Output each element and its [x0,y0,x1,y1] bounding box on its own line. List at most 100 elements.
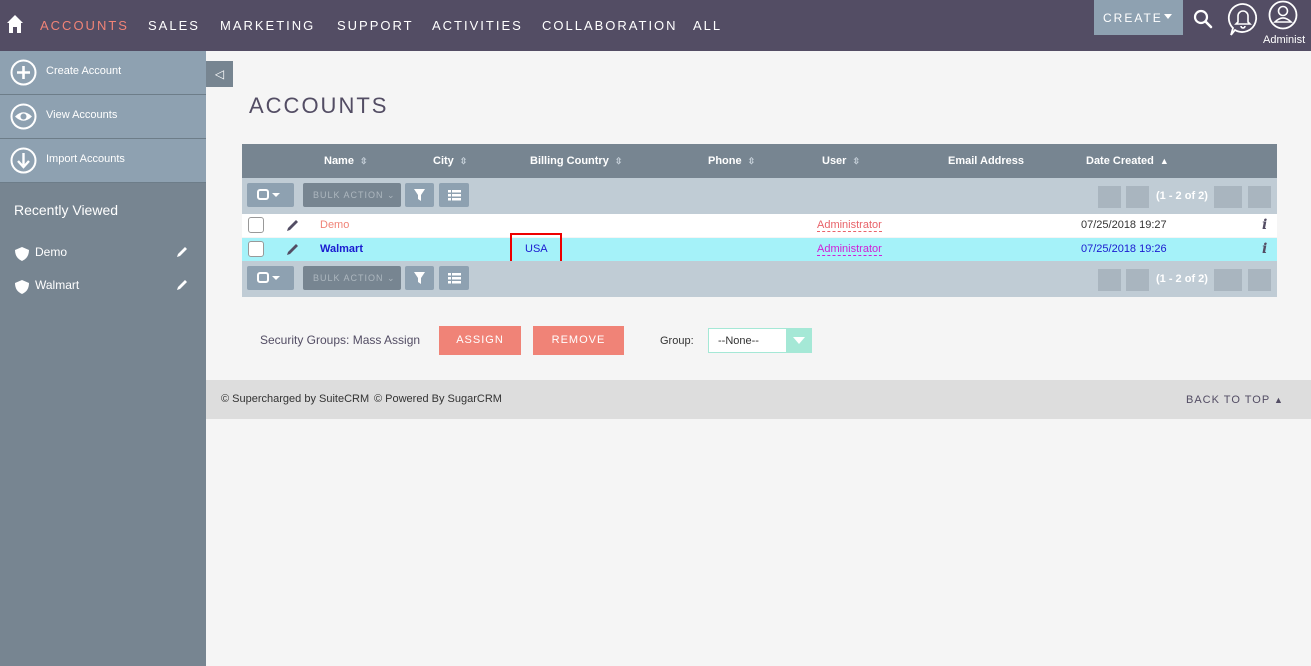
pencil-icon[interactable] [286,242,300,256]
account-name-link[interactable]: Walmart [320,243,363,255]
first-page-button[interactable] [1098,269,1121,291]
column-header-date-created[interactable]: Date Created ▲ [1086,155,1169,167]
search-icon[interactable] [1193,9,1213,29]
table-header: Name ⇳ City ⇳ Billing Country ⇳ Phone ⇳ User… [242,144,1277,178]
user-avatar-icon[interactable] [1268,0,1298,30]
recent-item-label: Demo [35,245,68,259]
nav-all[interactable]: ALL [693,18,722,33]
powered-by-link[interactable]: © Powered By SugarCRM [374,393,502,405]
footer: © Supercharged by SuiteCRM © Powered By … [206,380,1311,419]
table-row: Walmart USA Administrator 07/25/2018 19:… [242,233,1277,265]
create-dropdown-button[interactable]: CREATE [1094,0,1183,35]
sidebar: Create Account View Accounts Import Acco… [0,51,206,666]
plus-icon [10,59,37,86]
account-name-link[interactable]: Demo [320,219,349,231]
column-chooser-button[interactable] [439,183,469,207]
row-checkbox[interactable] [248,217,264,233]
bulk-action-button[interactable]: BULK ACTION ⌄ [303,266,401,290]
nav-collaboration[interactable]: COLLABORATION [542,18,678,33]
sort-icon: ⇳ [747,156,756,166]
column-header-name[interactable]: Name ⇳ [324,155,368,167]
top-navigation-bar: ACCOUNTS SALES MARKETING SUPPORT ACTIVIT… [0,0,1311,51]
last-page-button[interactable] [1248,269,1271,291]
pencil-icon[interactable] [176,245,189,258]
column-header-email-address: Email Address [948,155,1025,167]
group-select[interactable]: --None-- [708,328,812,353]
sort-ascending-icon: ▲ [1159,156,1169,166]
checkbox-dropdown-icon [257,189,280,200]
table-toolbar-bottom: BULK ACTION ⌄ (1 - 2 of 2) [242,261,1277,297]
nav-activities[interactable]: ACTIVITIES [432,18,523,33]
first-page-button[interactable] [1098,186,1121,208]
shield-icon [15,280,29,294]
nav-sales[interactable]: SALES [148,18,200,33]
recent-item-label: Walmart [35,278,80,292]
pagination-count: (1 - 2 of 2) [1156,190,1208,202]
column-header-billing-country[interactable]: Billing Country ⇳ [530,155,622,167]
recent-item-walmart[interactable]: Walmart [0,272,206,298]
filter-button[interactable] [405,266,434,290]
assigned-user-link[interactable]: Administrator [817,219,882,232]
pencil-icon[interactable] [176,278,189,291]
info-icon[interactable]: i [1262,217,1267,233]
group-label: Group: [660,335,694,347]
sort-icon: ⇳ [614,156,623,166]
column-header-phone[interactable]: Phone ⇳ [708,155,755,167]
previous-page-button[interactable] [1126,186,1149,208]
group-select-value: --None-- [718,335,759,347]
sidebar-collapse-toggle[interactable]: ◁ [206,61,233,87]
sort-icon: ⇳ [459,156,468,166]
select-all-dropdown[interactable] [247,266,294,290]
sort-icon: ⇳ [359,156,368,166]
security-groups-mass-assign-label: Security Groups: Mass Assign [260,333,421,347]
remove-button[interactable]: REMOVE [533,326,624,355]
page-title: ACCOUNTS [249,93,389,118]
recently-viewed-heading: Recently Viewed [14,202,119,218]
bulk-action-button[interactable]: BULK ACTION ⌄ [303,183,401,207]
filter-icon [414,272,425,284]
checkbox-dropdown-icon [257,272,280,283]
eye-icon [10,103,37,130]
sidebar-action-label: Create Account [46,65,122,77]
filter-button[interactable] [405,183,434,207]
create-label: CREATE [1103,11,1163,25]
shield-icon [15,247,29,261]
sidebar-action-import-accounts[interactable]: Import Accounts [0,139,206,183]
caret-up-icon: ▲ [1274,395,1284,405]
sidebar-action-create-account[interactable]: Create Account [0,51,206,95]
date-created-cell: 07/25/2018 19:27 [1081,219,1167,231]
previous-page-button[interactable] [1126,269,1149,291]
pencil-icon[interactable] [286,218,300,232]
pagination-count: (1 - 2 of 2) [1156,273,1208,285]
date-created-cell: 07/25/2018 19:26 [1081,243,1167,255]
sidebar-action-label: Import Accounts [46,153,125,165]
accounts-list-table: Name ⇳ City ⇳ Billing Country ⇳ Phone ⇳ User… [242,144,1277,298]
nav-marketing[interactable]: MARKETING [220,18,315,33]
assign-button[interactable]: ASSIGN [439,326,521,355]
supercharged-by-link[interactable]: © Supercharged by SuiteCRM [221,393,369,405]
download-icon [10,147,37,174]
list-icon [448,273,461,284]
sidebar-action-view-accounts[interactable]: View Accounts [0,95,206,139]
sort-icon: ⇳ [852,156,861,166]
column-header-city[interactable]: City ⇳ [433,155,467,167]
sidebar-action-label: View Accounts [46,109,118,121]
next-page-button[interactable] [1214,186,1242,208]
chevron-down-icon [786,329,811,352]
notifications-bell-icon[interactable] [1227,2,1259,36]
list-icon [448,190,461,201]
column-header-user[interactable]: User ⇳ [822,155,860,167]
user-menu-label[interactable]: Administ [1263,34,1305,46]
back-to-top-link[interactable]: BACK TO TOP ▲ [1186,394,1284,406]
next-page-button[interactable] [1214,269,1242,291]
nav-accounts[interactable]: ACCOUNTS [40,18,129,33]
assigned-user-link[interactable]: Administrator [817,243,882,256]
nav-support[interactable]: SUPPORT [337,18,414,33]
last-page-button[interactable] [1248,186,1271,208]
select-all-dropdown[interactable] [247,183,294,207]
column-chooser-button[interactable] [439,266,469,290]
home-icon[interactable] [6,14,24,34]
info-icon[interactable]: i [1262,241,1267,257]
recent-item-demo[interactable]: Demo [0,239,206,265]
row-checkbox[interactable] [248,241,264,257]
